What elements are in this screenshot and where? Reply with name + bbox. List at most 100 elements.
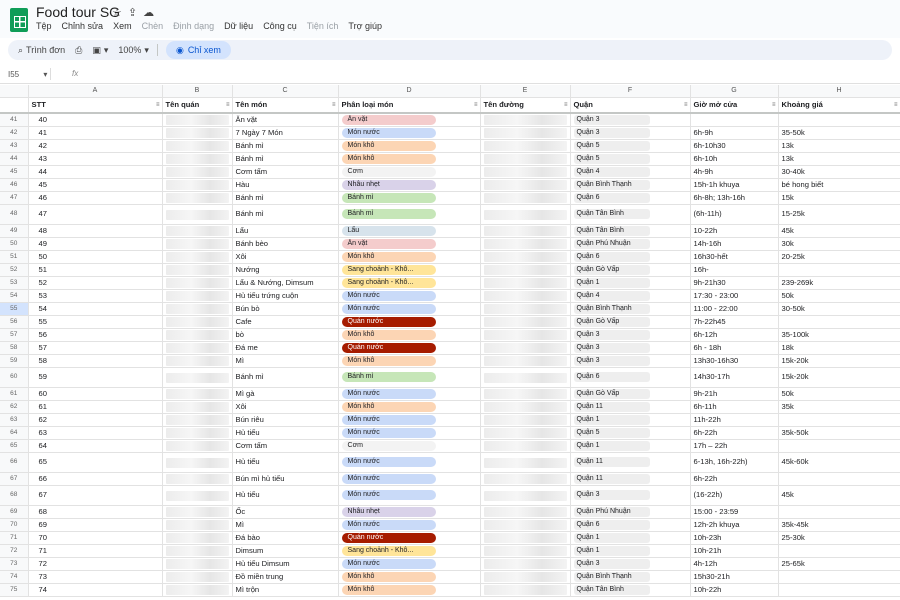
- district-chip[interactable]: Quận 6: [573, 372, 650, 382]
- cell-khoang-gia[interactable]: 50k: [778, 289, 900, 303]
- category-chip[interactable]: Món nước: [341, 127, 436, 138]
- cell-gio-mo-cua[interactable]: 6h-11h: [690, 400, 779, 414]
- row-number[interactable]: 51: [0, 250, 29, 264]
- cell-stt[interactable]: 50: [28, 250, 163, 264]
- category-chip[interactable]: Nhâu nhẹt: [341, 179, 436, 190]
- cell-phan-loai[interactable]: Món nước: [338, 452, 481, 473]
- cell-quan[interactable]: Quận 3: [570, 112, 691, 127]
- cell-ten-duong[interactable]: [480, 315, 571, 329]
- cell-ten-quan[interactable]: [162, 387, 233, 401]
- cell-phan-loai[interactable]: Quán nước: [338, 531, 481, 545]
- row-number[interactable]: 55: [0, 302, 29, 316]
- cell-ten-quan[interactable]: [162, 413, 233, 427]
- cell-quan[interactable]: Quận 5: [570, 426, 691, 440]
- cell-quan[interactable]: Quận Gò Vấp: [570, 263, 691, 277]
- cell-stt[interactable]: 61: [28, 400, 163, 414]
- district-chip[interactable]: Quận 5: [573, 140, 650, 151]
- district-chip[interactable]: Quận 11: [573, 401, 650, 412]
- category-chip[interactable]: Món khô: [341, 140, 436, 151]
- menu-item[interactable]: Chèn: [142, 21, 164, 31]
- district-chip[interactable]: Quận 4: [573, 290, 650, 301]
- district-chip[interactable]: Quận 6: [573, 192, 650, 203]
- cell-gio-mo-cua[interactable]: 17h – 22h: [690, 439, 779, 453]
- cell-ten-mon[interactable]: Bánh mì: [232, 191, 339, 205]
- cell-gio-mo-cua[interactable]: 4h-12h: [690, 557, 779, 571]
- cell-ten-quan[interactable]: [162, 302, 233, 316]
- cell-ten-duong[interactable]: [480, 276, 571, 290]
- cell-phan-loai[interactable]: Món nước: [338, 485, 481, 506]
- row-number[interactable]: 63: [0, 413, 29, 427]
- cell-ten-mon[interactable]: Lẩu & Nướng, Dimsum: [232, 276, 339, 290]
- cell-quan[interactable]: Quận 11: [570, 400, 691, 414]
- cell-ten-mon[interactable]: Đá me: [232, 341, 339, 355]
- cell-ten-quan[interactable]: [162, 289, 233, 303]
- zoom-select[interactable]: 100% ▾: [118, 45, 149, 56]
- cell-phan-loai[interactable]: Bánh mì: [338, 191, 481, 205]
- district-chip[interactable]: Quận 1: [573, 414, 650, 425]
- cell-ten-mon[interactable]: Dimsum: [232, 544, 339, 558]
- cell-gio-mo-cua[interactable]: 15h30-21h: [690, 570, 779, 584]
- cell-ten-mon[interactable]: Xôi: [232, 250, 339, 264]
- cell-stt[interactable]: 63: [28, 426, 163, 440]
- menu-item[interactable]: Định dạng: [173, 21, 214, 31]
- cell-khoang-gia[interactable]: 35k: [778, 400, 900, 414]
- category-chip[interactable]: Bánh mì: [341, 209, 436, 219]
- cell-gio-mo-cua[interactable]: 4h-9h: [690, 165, 779, 179]
- cell-ten-quan[interactable]: [162, 583, 233, 597]
- column-header[interactable]: G: [690, 85, 779, 98]
- cell-gio-mo-cua[interactable]: 6h-10h30: [690, 139, 779, 153]
- header-cell[interactable]: Giờ mở cửa ≡: [690, 97, 779, 114]
- category-chip[interactable]: Ăn vặt: [341, 114, 436, 125]
- cell-ten-duong[interactable]: [480, 341, 571, 355]
- cell-ten-mon[interactable]: Bánh mì: [232, 152, 339, 166]
- cell-stt[interactable]: 65: [28, 452, 163, 473]
- district-chip[interactable]: Quận Gò Vấp: [573, 388, 650, 399]
- cell-phan-loai[interactable]: Món khô: [338, 328, 481, 342]
- cell-ten-quan[interactable]: [162, 426, 233, 440]
- cell-ten-duong[interactable]: [480, 570, 571, 584]
- cell-ten-quan[interactable]: [162, 570, 233, 584]
- cell-ten-duong[interactable]: [480, 367, 571, 388]
- cell-gio-mo-cua[interactable]: 10h-23h: [690, 531, 779, 545]
- cell-gio-mo-cua[interactable]: 9h-21h: [690, 387, 779, 401]
- cell-khoang-gia[interactable]: 30-40k: [778, 165, 900, 179]
- cell-ten-mon[interactable]: Mì: [232, 354, 339, 368]
- header-cell[interactable]: Tên đường ≡: [480, 97, 571, 114]
- cell-ten-mon[interactable]: Bánh bèo: [232, 237, 339, 251]
- cell-quan[interactable]: Quận Phú Nhuận: [570, 237, 691, 251]
- cell-ten-duong[interactable]: [480, 472, 571, 486]
- cell-phan-loai[interactable]: Sang choảnh - Khô...: [338, 544, 481, 558]
- cell-ten-quan[interactable]: [162, 178, 233, 192]
- cell-quan[interactable]: Quận 6: [570, 367, 691, 388]
- menu-item[interactable]: Tệp: [36, 21, 52, 31]
- cell-gio-mo-cua[interactable]: 6h-9h: [690, 126, 779, 140]
- cell-ten-quan[interactable]: [162, 472, 233, 486]
- row-number[interactable]: 42: [0, 126, 29, 140]
- cell-gio-mo-cua[interactable]: 6h - 18h: [690, 341, 779, 355]
- district-chip[interactable]: Quận Bình Thạnh: [573, 303, 650, 314]
- cell-stt[interactable]: 68: [28, 505, 163, 519]
- menu-item[interactable]: Dữ liệu: [224, 21, 253, 31]
- cell-ten-mon[interactable]: Bánh mì: [232, 367, 339, 388]
- menu-item[interactable]: Tiện ích: [307, 21, 339, 31]
- format-painter-button[interactable]: ▣ ▾: [92, 45, 108, 56]
- cell-khoang-gia[interactable]: 30k: [778, 237, 900, 251]
- cell-ten-quan[interactable]: [162, 439, 233, 453]
- cell-phan-loai[interactable]: Món khô: [338, 583, 481, 597]
- cell-khoang-gia[interactable]: 45k: [778, 485, 900, 506]
- cell-quan[interactable]: Quận 4: [570, 289, 691, 303]
- category-chip[interactable]: Lẩu: [341, 225, 436, 236]
- category-chip[interactable]: Món khô: [341, 329, 436, 340]
- row-number[interactable]: 47: [0, 191, 29, 205]
- cell-ten-mon[interactable]: 7 Ngày 7 Món: [232, 126, 339, 140]
- cell-ten-duong[interactable]: [480, 178, 571, 192]
- cell-khoang-gia[interactable]: 15k-20k: [778, 367, 900, 388]
- district-chip[interactable]: Quận 3: [573, 114, 650, 125]
- district-chip[interactable]: Quận 5: [573, 427, 650, 438]
- row-number[interactable]: 44: [0, 152, 29, 166]
- category-chip[interactable]: Món nước: [341, 457, 436, 467]
- row-number[interactable]: 70: [0, 518, 29, 532]
- cell-khoang-gia[interactable]: [778, 570, 900, 584]
- cell-stt[interactable]: 53: [28, 289, 163, 303]
- category-chip[interactable]: Món nước: [341, 414, 436, 425]
